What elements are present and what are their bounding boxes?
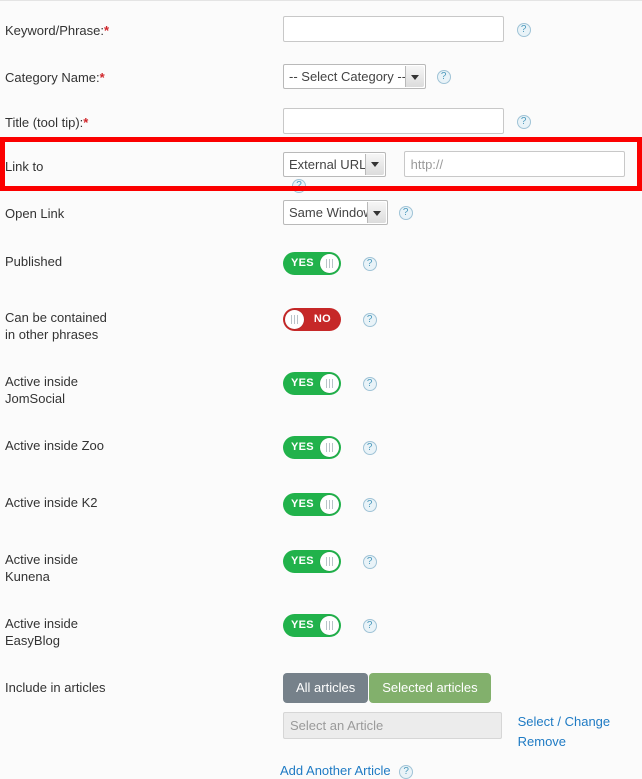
label-title: Title (tool tip):* xyxy=(5,114,88,131)
toggle-active-kunena[interactable]: YES xyxy=(283,550,341,573)
toggle-active-zoo-state: YES xyxy=(291,441,314,453)
help-icon-open-link[interactable]: ? xyxy=(398,205,413,220)
label-open-link: Open Link xyxy=(5,206,65,221)
help-icon-keyword[interactable]: ? xyxy=(516,23,531,38)
control-select-article: Select / Change Remove xyxy=(283,712,610,752)
keyword-input[interactable] xyxy=(283,16,504,42)
toggle-handle-icon xyxy=(320,254,339,273)
help-icon-active-kunena[interactable]: ? xyxy=(362,554,377,569)
help-icon-active-k2[interactable]: ? xyxy=(362,497,377,512)
external-url-input[interactable] xyxy=(403,151,625,177)
required-asterisk: * xyxy=(83,115,89,130)
settings-form-page: Keyword/Phrase:* ? Category Name:* -- Se… xyxy=(0,0,642,779)
control-published: YES ? xyxy=(283,252,377,275)
category-select[interactable]: -- Select Category -- xyxy=(283,64,426,89)
control-can-be-contained: NO ? xyxy=(283,308,377,331)
toggle-active-k2[interactable]: YES xyxy=(283,493,341,516)
control-add-another-article: Add Another Article ? xyxy=(280,763,414,779)
label-active-easyblog: Active inside EasyBlog xyxy=(5,616,78,648)
select-article-input[interactable] xyxy=(283,712,502,739)
category-select-value: -- Select Category -- xyxy=(289,69,407,84)
open-link-select[interactable]: Same Window xyxy=(283,200,388,225)
add-another-article-link[interactable]: Add Another Article xyxy=(280,763,391,778)
label-published: Published xyxy=(5,254,63,269)
label-can-be-contained: Can be contained in other phrases xyxy=(5,310,107,342)
label-active-zoo: Active inside Zoo xyxy=(5,438,104,453)
help-icon-category[interactable]: ? xyxy=(436,69,451,84)
help-icon-active-jomsocial[interactable]: ? xyxy=(362,376,377,391)
label-keyword: Keyword/Phrase:* xyxy=(5,22,109,39)
label-active-k2: Active inside K2 xyxy=(5,495,98,510)
help-icon-title[interactable]: ? xyxy=(516,115,531,130)
control-category: -- Select Category -- ? xyxy=(283,64,451,89)
required-asterisk: * xyxy=(99,70,105,85)
remove-link[interactable]: Remove xyxy=(518,734,566,749)
toggle-can-be-contained-state: NO xyxy=(313,313,331,325)
toggle-active-easyblog-state: YES xyxy=(291,619,314,631)
toggle-handle-icon xyxy=(285,310,304,329)
selected-articles-button[interactable]: Selected articles xyxy=(369,673,491,703)
control-active-k2: YES ? xyxy=(283,493,377,516)
label-keyword-text: Keyword/Phrase: xyxy=(5,23,104,38)
help-icon-add-another-article[interactable]: ? xyxy=(399,764,414,779)
toggle-published-state: YES xyxy=(291,257,314,269)
control-keyword: ? xyxy=(283,16,531,42)
toggle-active-zoo[interactable]: YES xyxy=(283,436,341,459)
required-asterisk: * xyxy=(104,23,110,38)
control-link-to: External URL ? xyxy=(283,151,642,193)
control-active-jomsocial: YES ? xyxy=(283,372,377,395)
toggle-handle-icon xyxy=(320,374,339,393)
toggle-active-jomsocial[interactable]: YES xyxy=(283,372,341,395)
label-category-text: Category Name: xyxy=(5,70,100,85)
control-active-zoo: YES ? xyxy=(283,436,377,459)
select-change-link[interactable]: Select / Change xyxy=(518,714,611,729)
toggle-active-jomsocial-state: YES xyxy=(291,377,314,389)
chevron-down-icon[interactable] xyxy=(365,153,384,175)
open-link-select-value: Same Window xyxy=(289,205,373,220)
toggle-active-kunena-state: YES xyxy=(291,555,314,567)
toggle-handle-icon xyxy=(320,552,339,571)
help-icon-active-easyblog[interactable]: ? xyxy=(362,618,377,633)
title-input[interactable] xyxy=(283,108,504,134)
toggle-active-easyblog[interactable]: YES xyxy=(283,614,341,637)
control-active-easyblog: YES ? xyxy=(283,614,377,637)
label-category: Category Name:* xyxy=(5,69,105,86)
help-icon-can-be-contained[interactable]: ? xyxy=(362,312,377,327)
control-include-in-articles: All articles Selected articles xyxy=(283,673,491,703)
label-link-to: Link to xyxy=(5,159,44,174)
control-title: ? xyxy=(283,108,531,134)
link-to-select-value: External URL xyxy=(289,156,367,172)
label-title-text: Title (tool tip): xyxy=(5,115,84,130)
toggle-handle-icon xyxy=(320,438,339,457)
chevron-down-icon[interactable] xyxy=(405,66,424,87)
control-open-link: Same Window ? xyxy=(283,200,413,225)
toggle-handle-icon xyxy=(320,616,339,635)
article-links: Select / Change Remove xyxy=(518,712,611,752)
all-articles-button[interactable]: All articles xyxy=(283,673,369,703)
label-active-kunena: Active inside Kunena xyxy=(5,552,78,584)
toggle-active-k2-state: YES xyxy=(291,498,314,510)
toggle-published[interactable]: YES xyxy=(283,252,341,275)
label-include-in-articles: Include in articles xyxy=(5,680,106,695)
label-active-jomsocial: Active inside JomSocial xyxy=(5,374,78,406)
toggle-can-be-contained[interactable]: NO xyxy=(283,308,341,331)
help-icon-published[interactable]: ? xyxy=(362,256,377,271)
control-active-kunena: YES ? xyxy=(283,550,377,573)
help-icon-link-to[interactable]: ? xyxy=(292,178,306,193)
toggle-handle-icon xyxy=(320,495,339,514)
help-icon-active-zoo[interactable]: ? xyxy=(362,440,377,455)
chevron-down-icon[interactable] xyxy=(367,202,386,223)
link-to-select[interactable]: External URL xyxy=(283,151,386,177)
